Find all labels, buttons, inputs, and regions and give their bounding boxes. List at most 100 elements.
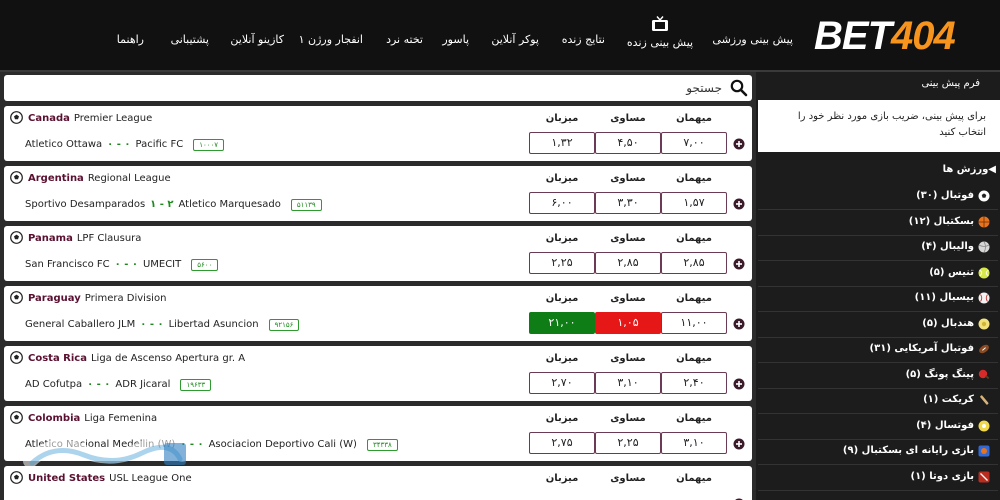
odds-button-draw[interactable]: ۲,۲۵ <box>595 432 661 454</box>
nav-sports-predictions[interactable]: پیش بینی ورزشی <box>712 33 793 47</box>
tv-icon <box>652 16 668 31</box>
american-football-icon <box>979 344 989 354</box>
sidebar-sport-item[interactable]: فوتبال آمریکایی (۳۱) <box>758 337 998 363</box>
home-team: General Caballero JLM <box>25 319 136 330</box>
nav-live-predictions[interactable]: پیش بینی زنده <box>624 16 696 60</box>
dota-icon <box>978 471 990 482</box>
sidebar-sport-item[interactable]: بازی دوتا (۱) <box>758 465 998 491</box>
match-league: USL League One <box>109 473 192 484</box>
odds-button-away[interactable]: ۷,۰۰ <box>661 132 727 154</box>
live-score: ۰ - ۰ <box>180 439 204 450</box>
soccer-ball-icon <box>10 231 23 244</box>
expand-plus-icon[interactable] <box>733 318 745 330</box>
expand-plus-icon[interactable] <box>733 138 745 150</box>
league-line: Colombia Liga Femenina <box>28 412 157 425</box>
sidebar-sport-item[interactable]: بیسبال (۱۱) <box>758 286 998 312</box>
match-league: Premier League <box>73 113 153 124</box>
odds-label-home: میزبان <box>545 353 579 364</box>
search-input[interactable] <box>42 78 722 98</box>
esports-basketball-icon <box>978 445 990 457</box>
nav-crash[interactable]: انفجار ورژن ۱ <box>299 33 363 47</box>
sidebar-sport-item[interactable]: والیبال (۴) <box>758 235 998 261</box>
nav-pasur[interactable]: پاسور <box>442 33 469 47</box>
live-score: ۰ - ۰ <box>114 259 138 270</box>
match-card: Paraguay Primera Division General Caballer… <box>4 286 752 341</box>
odds-label-draw: مساوی <box>610 233 646 244</box>
match-card: Canada Premier League Atletico Ottawa ۰ - ۰… <box>4 106 752 161</box>
odds-label-draw: مساوی <box>610 413 646 424</box>
match-country: United States <box>28 473 106 484</box>
match-card: Colombia Liga Femenina Atletico Nacional M… <box>4 406 752 461</box>
nav-support[interactable]: پشتیبانی <box>171 33 209 47</box>
match-card: Panama LPF Clausura San Francisco FC ۰ - ۰ U… <box>4 226 752 281</box>
odds-button-home[interactable]: ۲,۷۵ <box>529 432 595 454</box>
odds-button-draw[interactable]: ۳,۱۰ <box>595 372 661 394</box>
away-team: ADR Jicaral <box>115 379 171 390</box>
teams-line: Atletico Ottawa ۰ - ۰ Pacific FC ۱۰۰۰۷ <box>25 138 225 151</box>
away-team: Libertad Asuncion <box>168 319 259 330</box>
sidebar-sport-item[interactable]: پینگ پونگ (۵) <box>758 363 998 389</box>
sport-label: بسکتبال (۱۲) <box>908 215 974 227</box>
match-id-badge: ۱۹۶۳۳ <box>180 378 212 391</box>
odds-button-away[interactable]: ۲,۴۰ <box>661 372 727 394</box>
nav-backgammon[interactable]: تخته نرد <box>386 33 423 47</box>
odds-button-away[interactable]: ۱,۵۷ <box>661 192 727 214</box>
odds-button-home[interactable]: ۲۱,۰۰ <box>529 312 595 334</box>
nav-online-poker[interactable]: پوکر آنلاین <box>491 33 539 47</box>
odds-button-home[interactable]: ۶,۰۰ <box>529 192 595 214</box>
sidebar-sport-item[interactable]: هندبال (۵) <box>758 312 998 338</box>
volleyball-icon <box>978 241 990 253</box>
match-country: Panama <box>28 233 73 244</box>
sidebar-sport-item[interactable]: تنیس (۵) <box>758 261 998 287</box>
nav-online-casino[interactable]: کازینو آنلاین <box>230 33 284 47</box>
odds-label-away: میهمان <box>676 413 712 424</box>
expand-plus-icon[interactable] <box>733 258 745 270</box>
expand-plus-icon[interactable] <box>733 438 745 450</box>
odds-button-home[interactable]: ۱,۳۲ <box>529 132 595 154</box>
odds-label-away: میهمان <box>676 173 712 184</box>
odds-button-away[interactable]: ۱۱,۰۰ <box>661 312 727 334</box>
live-score: ۱ - ۲ <box>150 199 174 210</box>
away-team: UMECIT <box>142 259 182 270</box>
top-header: BET404 پیش بینی زنده پیش بینی ورزشی نتای… <box>0 0 1000 70</box>
odds-button-draw[interactable]: ۱,۰۵ <box>595 312 661 334</box>
nav-live-results[interactable]: نتایج زنده <box>562 33 605 47</box>
search-icon[interactable] <box>730 79 748 97</box>
bet404-logo[interactable]: BET404 <box>814 16 994 56</box>
odds-button-away[interactable]: ۳,۱۰ <box>661 432 727 454</box>
sidebar-sport-item[interactable]: فوتبال (۳۰) <box>758 184 998 210</box>
sidebar-sport-item[interactable]: بسکتبال (۱۲) <box>758 210 998 236</box>
odds-button-home[interactable]: ۲,۲۵ <box>529 252 595 274</box>
odds-label-home: میزبان <box>545 293 579 304</box>
sport-label: بازی دوتا (۱) <box>910 470 974 482</box>
teams-line: San Francisco FC ۰ - ۰ UMECIT ۵۶۰۰ <box>25 258 219 271</box>
betform-box: برای پیش بینی، ضریب بازی مورد نظر خود را… <box>758 100 1000 152</box>
expand-plus-icon[interactable] <box>733 378 745 390</box>
odds-label-home: میزبان <box>545 473 579 484</box>
nav-live-label: پیش بینی زنده <box>626 36 694 49</box>
match-card: Costa Rica Liga de Ascenso Apertura gr. A… <box>4 346 752 401</box>
sidebar-sport-item[interactable]: فوتسال (۴) <box>758 414 998 440</box>
search-bar[interactable] <box>4 75 752 101</box>
nav-guide[interactable]: راهنما <box>117 33 144 47</box>
sidebar-sport-item[interactable]: بازی رایانه ای بسکتبال (۹) <box>758 439 998 465</box>
match-league: Primera Division <box>84 293 167 304</box>
sport-label: بازی رایانه ای بسکتبال (۹) <box>842 445 974 456</box>
match-id-badge: ۳۴۳۳۸ <box>366 438 398 451</box>
league-line: Argentina Regional League <box>28 172 171 185</box>
sidebar-sport-item[interactable]: کریکت (۱) <box>758 388 998 414</box>
teams-line: General Caballero JLM ۰ - ۰ Libertad Asunc… <box>25 318 300 331</box>
odds-label-away: میهمان <box>676 353 712 364</box>
odds-button-draw[interactable]: ۴,۵۰ <box>595 132 661 154</box>
expand-plus-icon[interactable] <box>733 198 745 210</box>
odds-button-draw[interactable]: ۳,۳۰ <box>595 192 661 214</box>
odds-label-home: میزبان <box>545 173 579 184</box>
odds-button-away[interactable]: ۲,۸۵ <box>661 252 727 274</box>
sport-label: بیسبال (۱۱) <box>914 292 974 303</box>
odds-button-home[interactable]: ۲,۷۰ <box>529 372 595 394</box>
sports-heading[interactable]: ◀ورزش ها <box>760 164 996 178</box>
home-team: Atletico Ottawa <box>25 139 103 150</box>
odds-label-home: میزبان <box>545 413 579 424</box>
odds-button-draw[interactable]: ۲,۸۵ <box>595 252 661 274</box>
sport-label: والیبال (۴) <box>921 241 974 252</box>
